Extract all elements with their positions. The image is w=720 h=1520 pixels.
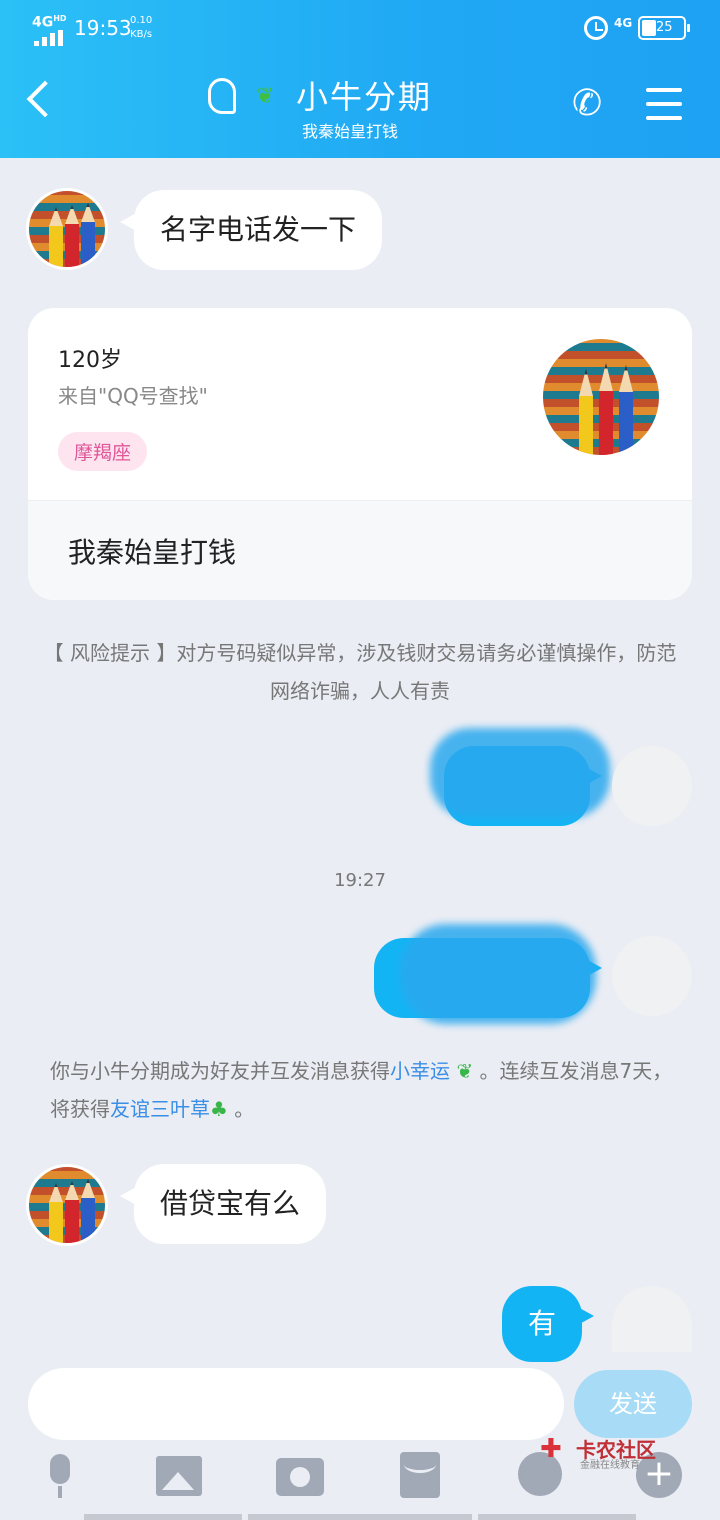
lucky-link[interactable]: 小幸运: [390, 1059, 450, 1083]
message-bubble-received[interactable]: 名字电话发一下: [119, 190, 383, 270]
nav-bar-segment: [248, 1514, 472, 1520]
profile-age: 120岁: [58, 348, 122, 373]
network-right-indicator: 4G: [614, 16, 633, 30]
alarm-icon: [584, 16, 608, 40]
message-input[interactable]: [28, 1368, 564, 1440]
system-text: 。: [234, 1097, 255, 1121]
message-text: 名字电话发一下: [160, 213, 357, 246]
redaction-scribble: [400, 924, 596, 1024]
nav-bar-segment: [84, 1514, 242, 1520]
signal-icon: [34, 30, 64, 46]
self-avatar[interactable]: [612, 746, 692, 826]
menu-button[interactable]: [646, 88, 682, 120]
redaction-scribble: [430, 728, 610, 818]
message-bubble-sent[interactable]: 有: [502, 1286, 595, 1362]
message-bubble-received[interactable]: 借贷宝有么: [119, 1164, 327, 1244]
chat-header: 4GHD 19:53 0.10 KB/s 4G 25 ❦ 小牛分期 我秦始皇打钱 …: [0, 0, 720, 158]
sprout-icon: ❦: [456, 1059, 474, 1083]
send-button[interactable]: 发送: [574, 1370, 692, 1438]
sprout-icon: ❦: [256, 84, 275, 109]
status-bar: 4GHD 19:53 0.10 KB/s 4G 25: [0, 10, 720, 46]
contact-avatar[interactable]: [26, 188, 108, 270]
watermark-subtitle: 金融在线教育: [580, 1460, 640, 1471]
message-text: 有: [528, 1307, 557, 1340]
profile-signature: 我秦始皇打钱: [68, 536, 237, 569]
chat-title[interactable]: 小牛分期: [296, 72, 432, 118]
message-text: 借贷宝有么: [160, 1187, 301, 1220]
ear-icon[interactable]: [208, 78, 236, 114]
zodiac-tag: 摩羯座: [58, 432, 148, 471]
watermark-logo-icon: ✚: [540, 1434, 562, 1464]
back-button[interactable]: [26, 80, 64, 118]
phone-call-button[interactable]: ✆: [572, 86, 602, 122]
red-packet-icon[interactable]: [400, 1452, 440, 1498]
message-timestamp: 19:27: [334, 870, 386, 891]
nav-bar-segment: [478, 1514, 636, 1520]
risk-warning: 【 风险提示 】对方号码疑似异常，涉及钱财交易请务必谨慎操作，防范网络诈骗，人人…: [43, 641, 677, 703]
microphone-icon[interactable]: [36, 1452, 84, 1500]
contact-avatar[interactable]: [26, 1164, 108, 1246]
profile-card[interactable]: 120岁 来自"QQ号查找" 摩羯座 我秦始皇打钱: [28, 308, 692, 600]
camera-icon[interactable]: [276, 1458, 324, 1496]
watermark: ✚ 卡农社区 金融在线教育: [540, 1434, 680, 1471]
self-avatar[interactable]: [612, 1286, 692, 1352]
status-time: 19:53: [74, 16, 132, 40]
battery-level: 25: [656, 20, 673, 35]
network-indicator: 4GHD: [32, 14, 67, 31]
battery-icon: 25: [638, 16, 690, 40]
system-notice: 你与小牛分期成为好友并互发消息获得小幸运 ❦ 。连续互发消息7天，将获得友谊三叶…: [50, 1052, 680, 1128]
self-avatar[interactable]: [612, 936, 692, 1016]
profile-signature-row: 我秦始皇打钱: [28, 500, 692, 600]
network-speed: 0.10 KB/s: [130, 15, 153, 40]
system-text: 你与小牛分期成为好友并互发消息获得: [50, 1059, 390, 1083]
clover-icon: ♣: [210, 1097, 228, 1121]
profile-avatar[interactable]: [540, 336, 662, 458]
clover-link[interactable]: 友谊三叶草: [110, 1097, 210, 1121]
chat-subtitle: 我秦始皇打钱: [302, 122, 399, 141]
image-icon[interactable]: [156, 1456, 202, 1496]
profile-source: 来自"QQ号查找": [58, 384, 208, 408]
